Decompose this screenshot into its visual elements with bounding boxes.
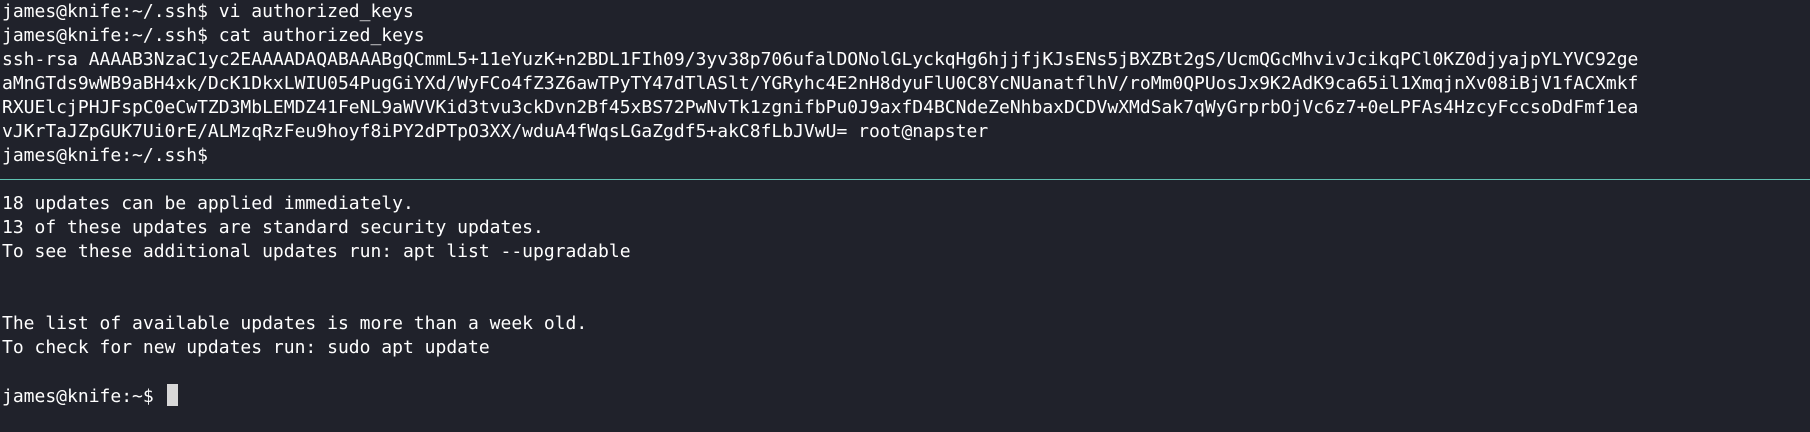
pane-divider (0, 179, 1810, 180)
updates-old-line: The list of available updates is more th… (2, 313, 588, 334)
text-cursor (166, 384, 178, 406)
apt-update-hint-line: To check for new updates run: sudo apt u… (2, 337, 490, 358)
ssh-key-line-4: vJKrTaJZpGUK7Ui0rE/ALMzqRzFeu9hoyf8iPY2d… (2, 121, 989, 142)
terminal-window[interactable]: james@knife:~/.ssh$ vi authorized_keys j… (0, 0, 1810, 432)
terminal-line-prompt-ssh: james@knife:~/.ssh$ (2, 145, 208, 166)
security-updates-line: 13 of these updates are standard securit… (2, 217, 544, 238)
terminal-output-bottom: 18 updates can be applied immediately. 1… (2, 192, 1810, 408)
terminal-line-cat-command: james@knife:~/.ssh$ cat authorized_keys (2, 25, 425, 46)
apt-list-hint-line: To see these additional updates run: apt… (2, 241, 631, 262)
terminal-line-vi-command: james@knife:~/.ssh$ vi authorized_keys (2, 1, 414, 22)
terminal-output-top: james@knife:~/.ssh$ vi authorized_keys j… (2, 0, 1810, 168)
shell-prompt: james@knife:~$ (2, 386, 165, 407)
ssh-key-line-2: aMnGTds9wWB9aBH4xk/DcK1DkxLWIU054PugGiYX… (2, 73, 1639, 94)
terminal-input-line[interactable]: james@knife:~$ (2, 384, 1810, 408)
ssh-key-line-3: RXUElcjPHJFspC0eCwTZD3MbLEMDZ41FeNL9aWVV… (2, 97, 1639, 118)
ssh-key-line-1: ssh-rsa AAAAB3NzaC1yc2EAAAADAQABAAABgQCm… (2, 49, 1639, 70)
updates-available-line: 18 updates can be applied immediately. (2, 193, 414, 214)
